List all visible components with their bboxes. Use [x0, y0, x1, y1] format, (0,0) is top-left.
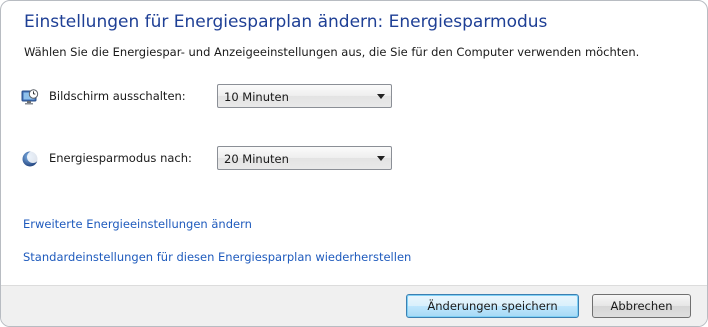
display-off-select[interactable]: 10 Minuten — [217, 84, 392, 108]
sleep-select[interactable]: 20 Minuten — [217, 146, 392, 170]
power-plan-settings-window: Einstellungen für Energiesparplan ändern… — [0, 0, 708, 327]
save-changes-button[interactable]: Änderungen speichern — [406, 294, 579, 318]
advanced-power-settings-link[interactable]: Erweiterte Energieeinstellungen ändern — [23, 217, 252, 231]
chevron-down-icon — [377, 156, 385, 161]
sleep-value: 20 Minuten — [224, 152, 289, 166]
footer-bar: Änderungen speichern Abbrechen — [1, 285, 707, 326]
cancel-button[interactable]: Abbrechen — [592, 294, 691, 318]
chevron-down-icon — [377, 94, 385, 99]
moon-icon — [21, 150, 39, 168]
page-title: Einstellungen für Energiesparplan ändern… — [24, 12, 548, 32]
display-off-value: 10 Minuten — [224, 90, 289, 104]
display-off-label: Bildschirm ausschalten: — [49, 89, 186, 103]
page-subtitle: Wählen Sie die Energiespar- und Anzeigee… — [24, 45, 640, 59]
monitor-clock-icon — [21, 88, 39, 106]
restore-defaults-link[interactable]: Standardeinstellungen für diesen Energie… — [23, 250, 411, 264]
sleep-label: Energiesparmodus nach: — [49, 151, 192, 165]
